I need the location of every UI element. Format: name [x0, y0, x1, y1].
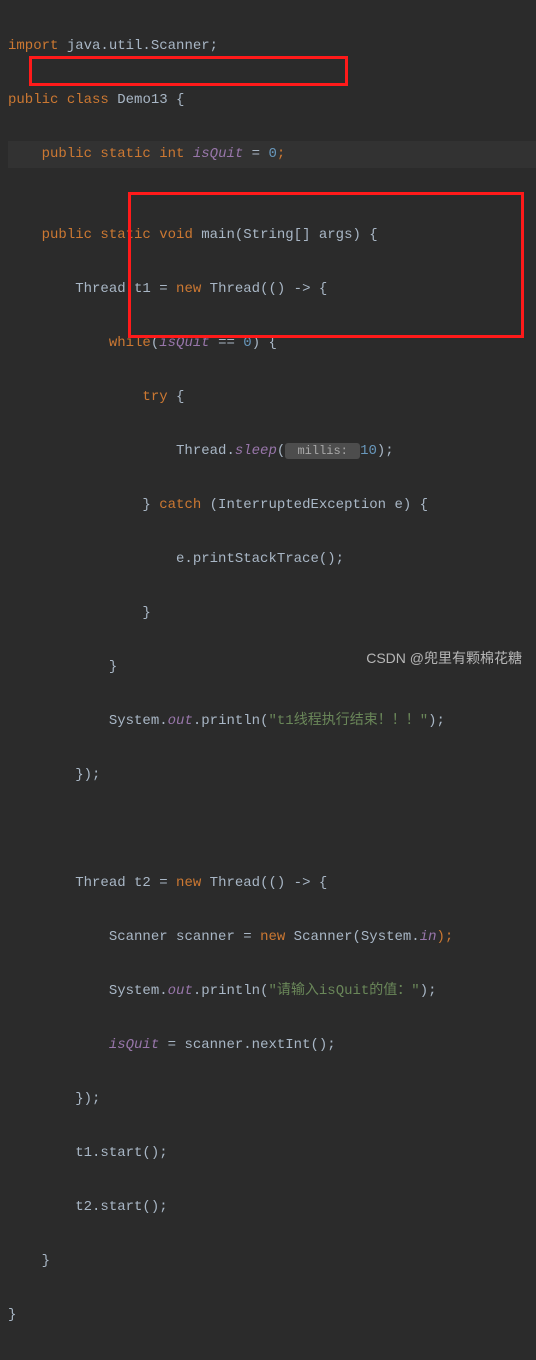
code-line: });: [8, 762, 536, 789]
code-line: public static void main(String[] args) {: [8, 222, 536, 249]
code-line: t1.start();: [8, 1140, 536, 1167]
code-line: });: [8, 1086, 536, 1113]
highlight-box-trycatch: [128, 192, 524, 338]
field-isquit: isQuit: [193, 146, 243, 162]
code-line-highlighted: public static int isQuit = 0;: [8, 141, 536, 168]
keyword-public: public: [8, 92, 58, 108]
code-line: while(isQuit == 0) {: [8, 330, 536, 357]
keyword-class: class: [58, 92, 108, 108]
code-line: import java.util.Scanner;: [8, 33, 536, 60]
keyword-import: import: [8, 38, 58, 54]
code-line: e.printStackTrace();: [8, 546, 536, 573]
code-line: [8, 168, 536, 195]
code-line: Thread t2 = new Thread(() -> {: [8, 870, 536, 897]
code-line: [8, 816, 536, 843]
code-line: public class Demo13 {: [8, 87, 536, 114]
code-line: } catch (InterruptedException e) {: [8, 492, 536, 519]
code-line: }: [8, 1248, 536, 1275]
code-line: try {: [8, 384, 536, 411]
watermark: CSDN @兜里有颗棉花糖: [366, 645, 522, 672]
code-line: t2.start();: [8, 1194, 536, 1221]
code-line: System.out.println("请输入isQuit的值：");: [8, 978, 536, 1005]
code-line: Thread.sleep( millis: 10);: [8, 438, 536, 465]
code-line: }: [8, 1302, 536, 1329]
code-line: isQuit = scanner.nextInt();: [8, 1032, 536, 1059]
param-hint: millis:: [285, 443, 360, 459]
highlight-box-field: [29, 56, 348, 86]
code-editor[interactable]: import java.util.Scanner; public class D…: [0, 0, 536, 1360]
code-line: Thread t1 = new Thread(() -> {: [8, 276, 536, 303]
code-line: Scanner scanner = new Scanner(System.in)…: [8, 924, 536, 951]
code-line: System.out.println("t1线程执行结束！！！");: [8, 708, 536, 735]
code-line: }: [8, 600, 536, 627]
